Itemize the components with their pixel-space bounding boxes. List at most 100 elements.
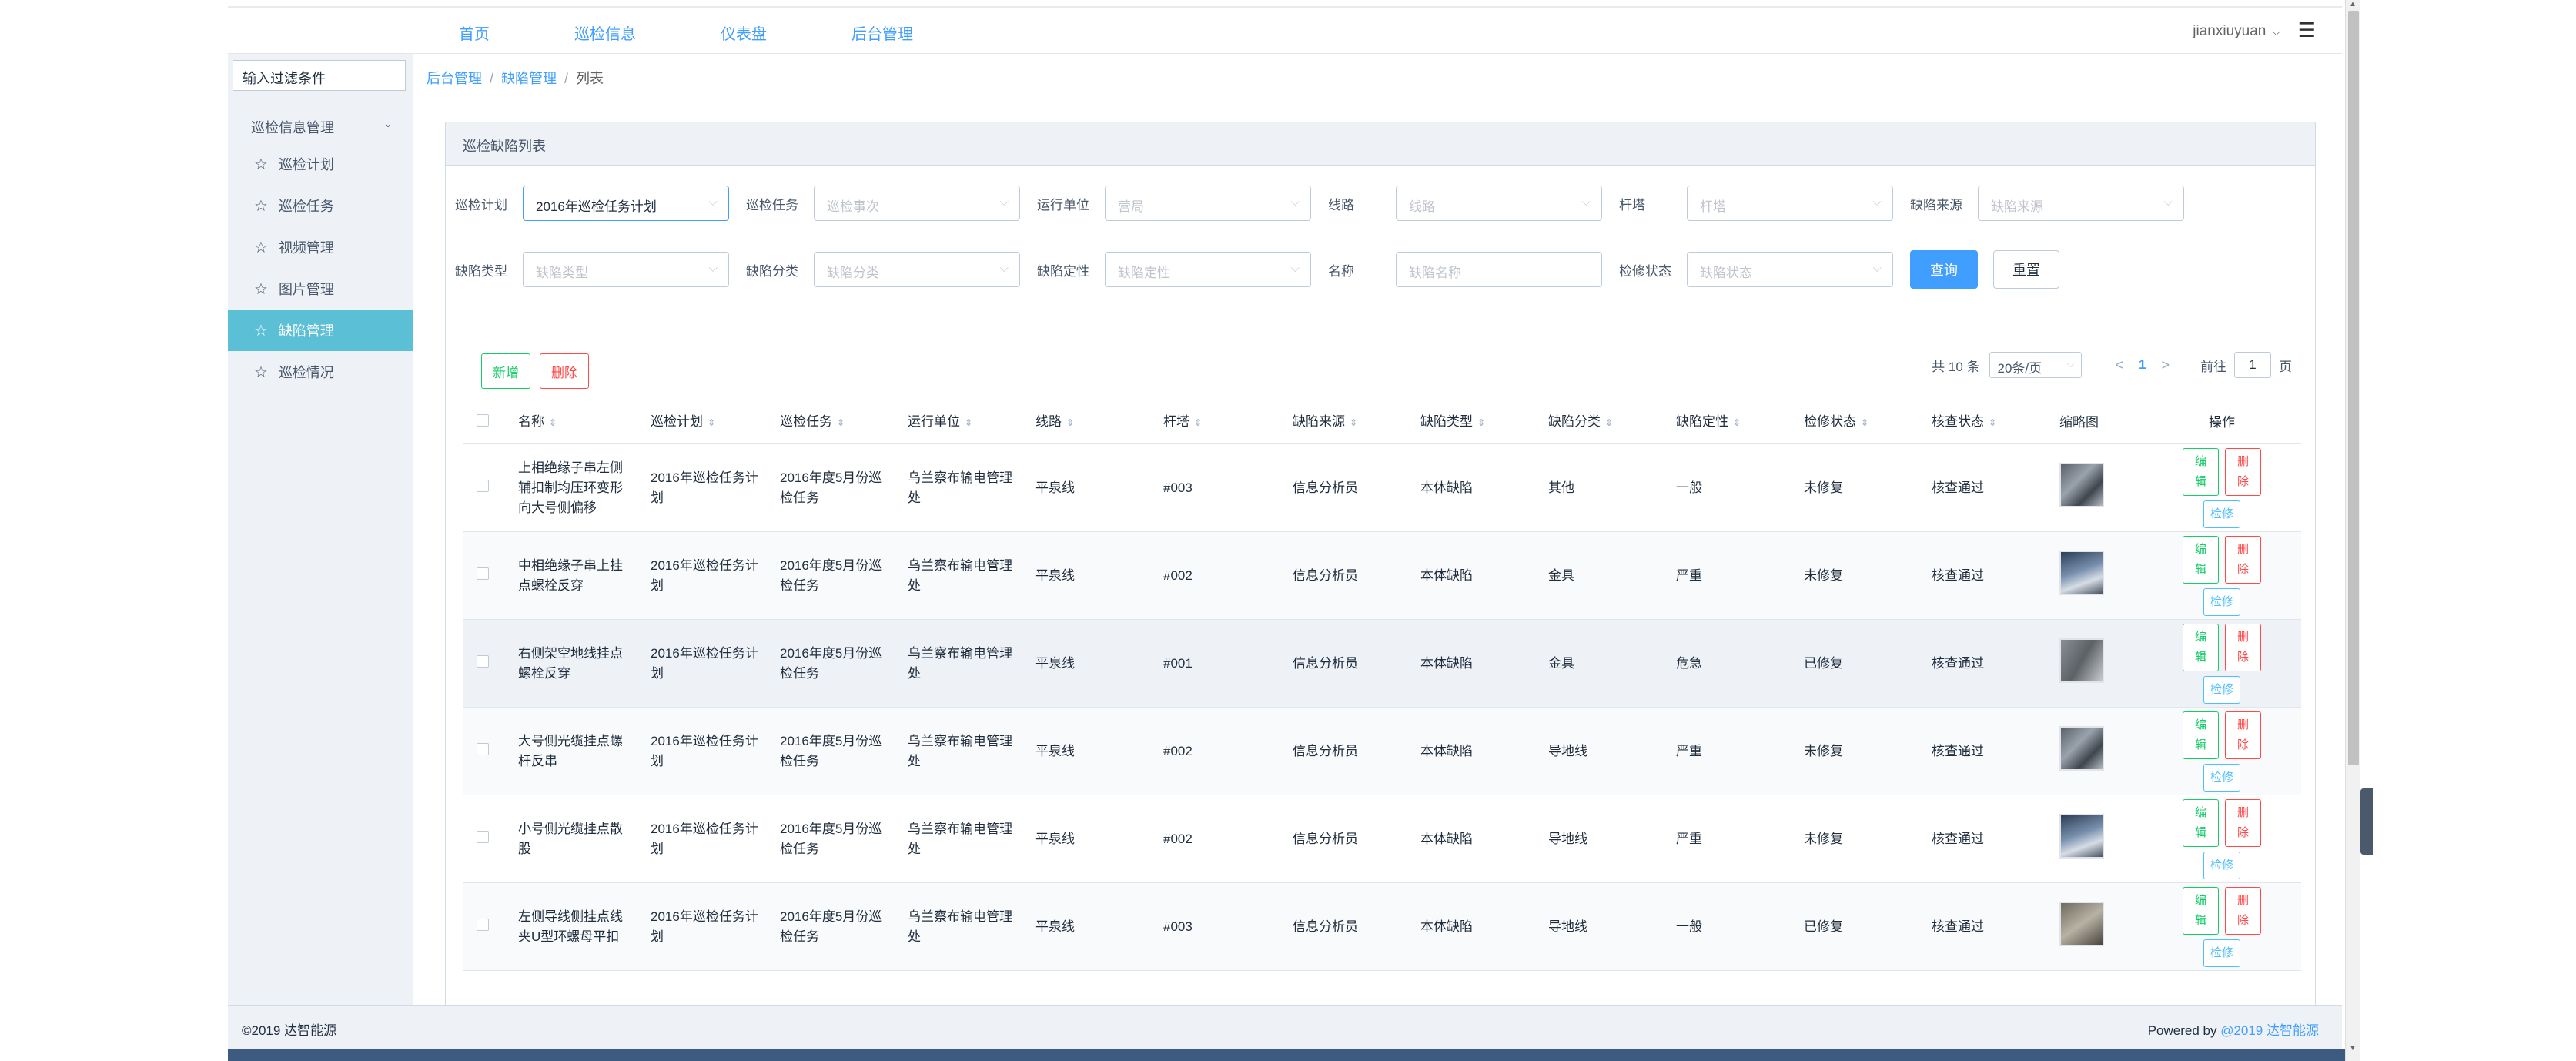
row-checkbox[interactable] bbox=[477, 918, 489, 931]
scroll-down-icon[interactable]: ▼ bbox=[2349, 1044, 2357, 1053]
row-delete-button[interactable]: 删除 bbox=[2225, 447, 2261, 496]
repair-status-select[interactable]: 缺陷状态 ⌵ bbox=[1687, 252, 1893, 287]
vertical-scrollbar[interactable]: ▲ ▼ bbox=[2345, 0, 2360, 1061]
edit-button[interactable]: 编辑 bbox=[2183, 535, 2219, 584]
scrollbar-thumb[interactable] bbox=[2348, 11, 2359, 765]
task-select[interactable]: 巡检事次 ⌵ bbox=[814, 186, 1020, 221]
query-button[interactable]: 查询 bbox=[1910, 250, 1978, 289]
edit-button[interactable]: 编辑 bbox=[2183, 447, 2219, 496]
breadcrumb-defect[interactable]: 缺陷管理 bbox=[501, 71, 557, 86]
pagination-total: 共 10 条 bbox=[1932, 359, 1980, 374]
prev-page-icon[interactable]: < bbox=[2116, 357, 2124, 373]
reset-button[interactable]: 重置 bbox=[1993, 250, 2059, 289]
nav-admin[interactable]: 后台管理 bbox=[851, 22, 913, 44]
source-select[interactable]: 缺陷来源 ⌵ bbox=[1978, 186, 2184, 221]
top-header: 首页 巡检信息 仪表盘 后台管理 jianxiuyuan ⌵ ☰ bbox=[228, 6, 2342, 54]
page-size-select[interactable]: 20条/页 ⌵ bbox=[1989, 352, 2082, 378]
column-header[interactable]: 巡检计划 ⇕ bbox=[640, 412, 769, 433]
nav-inspection-info[interactable]: 巡检信息 bbox=[574, 22, 636, 44]
sidebar-item-video[interactable]: ☆ 视频管理 bbox=[228, 226, 413, 268]
sidebar-item-defect[interactable]: ☆ 缺陷管理 bbox=[228, 310, 413, 351]
table-row[interactable]: 大号侧光缆挂点螺杆反串 2016年巡检任务计划 2016年度5月份巡检任务 乌兰… bbox=[463, 708, 2301, 795]
scroll-up-icon[interactable]: ▲ bbox=[2349, 0, 2357, 8]
column-header[interactable]: 核查状态 ⇕ bbox=[1921, 412, 2049, 433]
column-header[interactable]: 线路 ⇕ bbox=[1025, 412, 1153, 433]
column-header[interactable]: 缺陷定性 ⇕ bbox=[1665, 412, 1793, 433]
delete-button[interactable]: 删除 bbox=[540, 353, 589, 389]
thumbnail-image[interactable] bbox=[2059, 725, 2104, 771]
select-all-checkbox[interactable] bbox=[477, 413, 489, 427]
column-header[interactable]: 名称 ⇕ bbox=[507, 412, 640, 433]
row-delete-button[interactable]: 删除 bbox=[2225, 535, 2261, 584]
hamburger-menu-icon[interactable]: ☰ bbox=[2298, 18, 2316, 42]
thumbnail-image[interactable] bbox=[2059, 638, 2104, 683]
defect-class-select[interactable]: 缺陷分类 ⌵ bbox=[814, 252, 1020, 287]
row-checkbox[interactable] bbox=[477, 742, 489, 755]
unit-select[interactable]: 营局 ⌵ bbox=[1105, 186, 1311, 221]
defect-type-select[interactable]: 缺陷类型 ⌵ bbox=[523, 252, 729, 287]
tower-select[interactable]: 杆塔 ⌵ bbox=[1687, 186, 1893, 221]
user-menu[interactable]: jianxiuyuan ⌵ bbox=[2193, 23, 2280, 40]
table-row[interactable]: 左侧导线侧挂点线夹U型环螺母平扣 2016年巡检任务计划 2016年度5月份巡检… bbox=[463, 883, 2301, 971]
filter-repair-status: 检修状态 缺陷状态 ⌵ bbox=[1619, 252, 1893, 287]
row-delete-button[interactable]: 删除 bbox=[2225, 623, 2261, 671]
powered-link[interactable]: @2019 达智能源 bbox=[2220, 1023, 2319, 1038]
repair-button[interactable]: 检修 bbox=[2203, 939, 2240, 967]
plan-select[interactable]: 2016年巡检任务计划 ⌵ bbox=[523, 186, 729, 221]
sidebar-item-status[interactable]: ☆ 巡检情况 bbox=[228, 351, 413, 393]
breadcrumb-admin[interactable]: 后台管理 bbox=[427, 71, 482, 86]
edit-button[interactable]: 编辑 bbox=[2183, 886, 2219, 935]
nav-home[interactable]: 首页 bbox=[459, 22, 490, 44]
edit-button[interactable]: 编辑 bbox=[2183, 798, 2219, 847]
page-number[interactable]: 1 bbox=[2139, 357, 2146, 373]
panel-title: 巡检缺陷列表 bbox=[446, 122, 2315, 166]
table-row[interactable]: 小号侧光缆挂点散股 2016年巡检任务计划 2016年度5月份巡检任务 乌兰察布… bbox=[463, 795, 2301, 883]
cell-check-status: 核查通过 bbox=[1932, 743, 1984, 758]
column-header[interactable]: 杆塔 ⇕ bbox=[1153, 412, 1282, 433]
column-header[interactable]: 缺陷来源 ⇕ bbox=[1282, 412, 1410, 433]
row-checkbox[interactable] bbox=[477, 830, 489, 843]
thumbnail-image[interactable] bbox=[2059, 462, 2104, 507]
column-header[interactable]: 缺陷类型 ⇕ bbox=[1410, 412, 1537, 433]
nav-dashboard[interactable]: 仪表盘 bbox=[721, 22, 767, 44]
row-checkbox[interactable] bbox=[477, 479, 489, 492]
filter-row-2: 缺陷类型 缺陷类型 ⌵ 缺陷分类 缺陷分类 ⌵ 缺陷定性 缺陷定性 ⌵ 名称 缺陷名称… bbox=[455, 250, 2059, 289]
edit-button[interactable]: 编辑 bbox=[2183, 711, 2219, 759]
cell-task: 2016年度5月份巡检任务 bbox=[780, 733, 882, 768]
row-delete-button[interactable]: 删除 bbox=[2225, 798, 2261, 847]
sort-icon: ⇕ bbox=[1733, 417, 1741, 428]
menu-group-inspection[interactable]: 巡检信息管理 ⌄ bbox=[228, 108, 413, 143]
column-header[interactable]: 运行单位 ⇕ bbox=[897, 412, 1025, 433]
defect-quality-select[interactable]: 缺陷定性 ⌵ bbox=[1105, 252, 1311, 287]
next-page-icon[interactable]: > bbox=[2161, 357, 2170, 373]
name-input[interactable]: 缺陷名称 bbox=[1396, 252, 1602, 287]
repair-button[interactable]: 检修 bbox=[2203, 851, 2240, 879]
add-button[interactable]: 新增 bbox=[481, 353, 530, 389]
thumbnail-image[interactable] bbox=[2059, 813, 2104, 859]
table-row[interactable]: 中相绝缘子串上挂点螺栓反穿 2016年巡检任务计划 2016年度5月份巡检任务 … bbox=[463, 532, 2301, 620]
column-header[interactable]: 检修状态 ⇕ bbox=[1793, 412, 1921, 433]
row-delete-button[interactable]: 删除 bbox=[2225, 711, 2261, 759]
repair-button[interactable]: 检修 bbox=[2203, 763, 2240, 792]
goto-page-input[interactable]: 1 bbox=[2234, 352, 2271, 378]
sidebar-item-plan[interactable]: ☆ 巡检计划 bbox=[228, 143, 413, 185]
table-row[interactable]: 上相绝缘子串左侧辅扣制均压环变形向大号侧偏移 2016年巡检任务计划 2016年… bbox=[463, 444, 2301, 532]
thumbnail-image[interactable] bbox=[2059, 901, 2104, 946]
repair-button[interactable]: 检修 bbox=[2203, 675, 2240, 704]
row-delete-button[interactable]: 删除 bbox=[2225, 886, 2261, 935]
repair-button[interactable]: 检修 bbox=[2203, 500, 2240, 528]
column-header[interactable]: 缺陷分类 ⇕ bbox=[1537, 412, 1665, 433]
row-checkbox[interactable] bbox=[477, 567, 489, 580]
table-row[interactable]: 右侧架空地线挂点螺栓反穿 2016年巡检任务计划 2016年度5月份巡检任务 乌… bbox=[463, 620, 2301, 708]
line-select[interactable]: 线路 ⌵ bbox=[1396, 186, 1602, 221]
column-header[interactable]: 巡检任务 ⇕ bbox=[769, 412, 897, 433]
side-feedback-tab[interactable] bbox=[2360, 788, 2373, 855]
edit-button[interactable]: 编辑 bbox=[2183, 623, 2219, 671]
sidebar-item-task[interactable]: ☆ 巡检任务 bbox=[228, 185, 413, 226]
cell-ops: 编辑 删除 检修 bbox=[2172, 798, 2272, 879]
repair-button[interactable]: 检修 bbox=[2203, 587, 2240, 616]
thumbnail-image[interactable] bbox=[2059, 550, 2104, 595]
sidebar-item-image[interactable]: ☆ 图片管理 bbox=[228, 268, 413, 310]
sidebar-filter-input[interactable]: 输入过滤条件 bbox=[233, 60, 406, 91]
row-checkbox[interactable] bbox=[477, 654, 489, 668]
